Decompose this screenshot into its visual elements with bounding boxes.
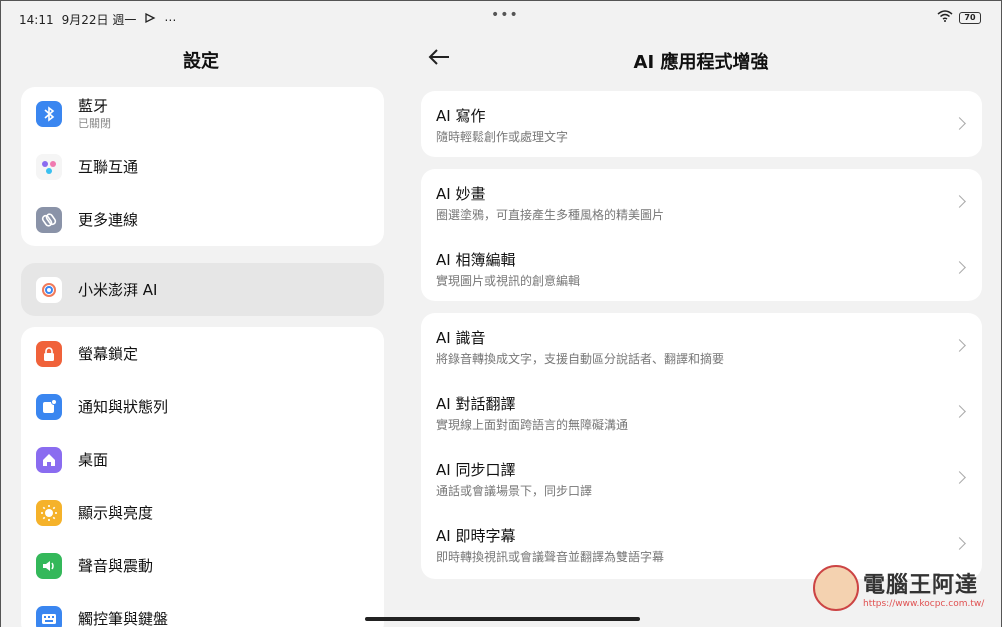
list-item-ai-album-edit[interactable]: AI 相簿編輯 實現圖片或視訊的創意編輯 — [421, 235, 982, 301]
audio-card: AI 識音 將錄音轉換成文字，支援自動區分說話者、翻譯和摘要 AI 對話翻譯 實… — [421, 313, 982, 579]
connectivity-group: 藍牙 已關閉 互聯互通 更多連線 — [21, 87, 384, 246]
multitask-dots-icon[interactable]: ••• — [491, 7, 519, 23]
sidebar-item-label: 更多連線 — [78, 211, 139, 229]
home-icon — [36, 446, 62, 473]
row-title: AI 同步口譯 — [436, 461, 516, 479]
row-subtitle: 通話或會議場景下，同步口譯 — [436, 484, 593, 498]
settings-sidebar: 設定 藍牙 已關閉 互聯互通 更多連線 小米澎湃 AI 螢幕鎖定 通知與狀態列 … — [1, 1, 401, 627]
speaker-icon — [36, 552, 62, 579]
wifi-icon — [937, 10, 953, 25]
list-item-ai-speech[interactable]: AI 識音 將錄音轉換成文字，支援自動區分說話者、翻譯和摘要 — [421, 313, 982, 379]
list-item-ai-simultaneous-interpretation[interactable]: AI 同步口譯 通話或會議場景下，同步口譯 — [421, 445, 982, 511]
home-indicator[interactable] — [365, 617, 640, 621]
row-subtitle: 即時轉換視訊或會議聲音並翻譯為雙語字幕 — [436, 550, 665, 564]
sidebar-item-label: 螢幕鎖定 — [78, 345, 139, 363]
sun-icon — [36, 499, 62, 526]
writing-card: AI 寫作 隨時輕鬆創作或處理文字 — [421, 91, 982, 157]
sidebar-item-label: 桌面 — [78, 451, 109, 469]
keyboard-icon — [36, 605, 62, 627]
list-item-ai-writing[interactable]: AI 寫作 隨時輕鬆創作或處理文字 — [421, 91, 982, 157]
chevron-right-icon — [953, 339, 966, 352]
chevron-right-icon — [953, 537, 966, 550]
sidebar-item-label: 聲音與震動 — [78, 557, 154, 575]
sidebar-item-label: 藍牙 — [78, 97, 109, 115]
row-title: AI 識音 — [436, 329, 486, 347]
sidebar-item-stylus-keyboard[interactable]: 觸控筆與鍵盤 — [21, 592, 384, 627]
watermark: 電腦王阿達 https://www.kocpc.com.tw/ — [813, 563, 991, 619]
row-title: AI 對話翻譯 — [436, 395, 516, 413]
list-item-ai-painting[interactable]: AI 妙畫 圈選塗鴉，可直接產生多種風格的精美圖片 — [421, 169, 982, 235]
sidebar-item-lockscreen[interactable]: 螢幕鎖定 — [21, 327, 384, 380]
row-subtitle: 隨時輕鬆創作或處理文字 — [436, 130, 569, 144]
row-subtitle: 實現圖片或視訊的創意編輯 — [436, 274, 581, 288]
list-item-ai-conversation-translation[interactable]: AI 對話翻譯 實現線上面對面跨語言的無障礙溝通 — [421, 379, 982, 445]
row-title: AI 寫作 — [436, 107, 486, 125]
bluetooth-icon — [36, 100, 62, 127]
more-status-icon: ⋯ — [164, 12, 177, 27]
sidebar-item-sublabel: 已關閉 — [78, 117, 111, 130]
sidebar-item-sound[interactable]: 聲音與震動 — [21, 539, 384, 592]
hyperai-icon — [36, 276, 62, 303]
row-title: AI 相簿編輯 — [436, 251, 516, 269]
sidebar-item-bluetooth[interactable]: 藍牙 已關閉 — [21, 87, 384, 140]
sidebar-item-desktop[interactable]: 桌面 — [21, 433, 384, 486]
chevron-right-icon — [953, 405, 966, 418]
watermark-url: https://www.kocpc.com.tw/ — [863, 599, 985, 609]
cast-icon — [144, 12, 156, 27]
sidebar-item-hyperai[interactable]: 小米澎湃 AI — [21, 263, 384, 316]
notification-icon — [36, 393, 62, 420]
sidebar-item-label: 互聯互通 — [78, 158, 139, 176]
watermark-mascot-icon — [813, 565, 859, 611]
sidebar-title: 設定 — [183, 51, 219, 72]
chevron-right-icon — [953, 117, 966, 130]
image-card: AI 妙畫 圈選塗鴉，可直接產生多種風格的精美圖片 AI 相簿編輯 實現圖片或視… — [421, 169, 982, 301]
status-date: 9月22日 週一 — [61, 13, 137, 27]
sidebar-item-display[interactable]: 顯示與亮度 — [21, 486, 384, 539]
row-title: AI 妙畫 — [436, 185, 486, 203]
chevron-right-icon — [953, 195, 966, 208]
sidebar-item-label: 顯示與亮度 — [78, 504, 154, 522]
sidebar-item-more-connections[interactable]: 更多連線 — [21, 193, 384, 246]
sidebar-item-notifications[interactable]: 通知與狀態列 — [21, 380, 384, 433]
watermark-name: 電腦王阿達 — [863, 573, 979, 598]
display-group: 螢幕鎖定 通知與狀態列 桌面 顯示與亮度 聲音與震動 觸控筆與鍵盤 — [21, 327, 384, 627]
status-time: 14:11 — [19, 12, 54, 27]
battery-icon: 70 — [959, 11, 981, 24]
sidebar-item-label: 觸控筆與鍵盤 — [78, 610, 169, 627]
status-bar: 14:11 9月22日 週一 ⋯ ••• 70 — [1, 1, 1001, 35]
page-title: AI 應用程式增強 — [633, 52, 769, 73]
chevron-right-icon — [953, 261, 966, 274]
sidebar-item-interconnect[interactable]: 互聯互通 — [21, 140, 384, 193]
link-icon — [36, 206, 62, 233]
row-title: AI 即時字幕 — [436, 527, 516, 545]
sidebar-item-label: 通知與狀態列 — [78, 398, 169, 416]
row-subtitle: 將錄音轉換成文字，支援自動區分說話者、翻譯和摘要 — [436, 352, 725, 366]
chevron-right-icon — [953, 471, 966, 484]
row-subtitle: 圈選塗鴉，可直接產生多種風格的精美圖片 — [436, 208, 665, 222]
connect-dots-icon — [36, 153, 62, 180]
sidebar-item-label: 小米澎湃 AI — [78, 281, 158, 299]
lock-icon — [36, 340, 62, 367]
row-subtitle: 實現線上面對面跨語言的無障礙溝通 — [436, 418, 629, 432]
